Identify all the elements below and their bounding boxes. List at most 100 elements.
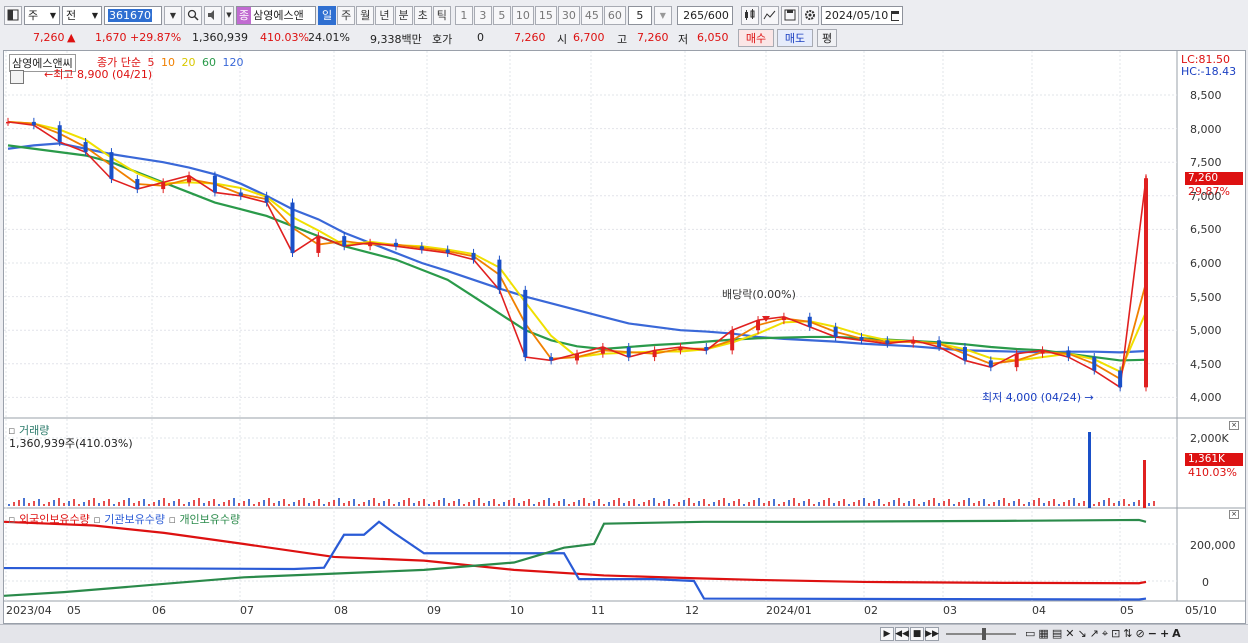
speaker-button[interactable] [204, 5, 222, 25]
period-tab-4[interactable]: 분 [394, 5, 413, 25]
candle-body [212, 175, 217, 193]
fast-forward-icon[interactable]: ▶▶ [925, 627, 939, 641]
volume-bar [238, 503, 240, 506]
volume-bar [578, 500, 580, 506]
date-tick-11: 03 [943, 604, 957, 617]
sell-button[interactable]: 매도 [777, 29, 813, 47]
interval-tab-2[interactable]: 5 [492, 5, 511, 25]
interval-tab-1[interactable]: 3 [473, 5, 492, 25]
interval-tab-5[interactable]: 30 [557, 5, 580, 25]
interval-tab-3[interactable]: 10 [511, 5, 534, 25]
candle-body [807, 316, 812, 327]
save-button[interactable] [780, 5, 799, 25]
candle-body [833, 326, 838, 337]
volume-bar [813, 504, 815, 506]
period-tab-0[interactable]: 일 [318, 5, 337, 25]
candle-type-button[interactable] [740, 5, 759, 25]
volume-bar [723, 498, 725, 506]
minus-icon[interactable]: − [1148, 627, 1157, 641]
bottom-scrollbar[interactable]: ▶ ◀◀ ■ ▶▶ ▭ ▦ ▤ ✕ ↘ ↗ ⌖ ⊡ ⇅ ⊘ − + A [0, 624, 1248, 643]
layout-icon[interactable]: ▦ [1038, 627, 1048, 641]
font-size-icon[interactable]: A [1172, 627, 1181, 641]
period-tab-2[interactable]: 월 [356, 5, 375, 25]
sort-icon[interactable]: ⇅ [1123, 627, 1132, 641]
close-icon[interactable]: × [1229, 421, 1239, 430]
volume-bar [968, 498, 970, 506]
calendar-icon [891, 10, 899, 21]
candle-body [83, 142, 88, 153]
date-input[interactable]: 2024/05/10 [820, 5, 903, 25]
volume-bar [133, 503, 135, 506]
buy-button[interactable]: 매수 [738, 29, 774, 47]
count-input[interactable]: 265/600 [676, 5, 733, 25]
speaker-dropdown[interactable]: ▼ [224, 5, 234, 25]
volume-bar [138, 501, 140, 506]
date-tick-8: 12 [685, 604, 699, 617]
volume-bar [208, 501, 210, 506]
interval-tab-7[interactable]: 60 [603, 5, 626, 25]
interval-tab-0[interactable]: 1 [454, 5, 473, 25]
scroll-right-icon[interactable]: ▶ [880, 627, 894, 641]
chart-settings-button[interactable] [760, 5, 779, 25]
volume-bar [808, 499, 810, 506]
zoom-slider-handle[interactable] [982, 628, 986, 640]
stop-icon[interactable]: ■ [910, 627, 924, 641]
volume-bar [638, 504, 640, 506]
volume-bar [1033, 500, 1035, 506]
high-label: 고 [617, 33, 628, 46]
code-dropdown-button[interactable]: ▼ [164, 5, 182, 25]
volume-summary: 1,360,939주(410.03%) [9, 437, 133, 450]
gear-icon [804, 10, 815, 20]
candle-body [859, 336, 864, 341]
minimize-icon[interactable]: ▭ [1025, 627, 1035, 641]
low-value: 6,050 [697, 31, 729, 44]
ma20-line [7, 120, 1147, 373]
crosshair-icon[interactable]: ✕ [1065, 627, 1074, 641]
volume-bar [623, 503, 625, 506]
chevron-down-icon: ▼ [91, 10, 98, 20]
eval-button[interactable]: 평 [817, 29, 837, 47]
trend-icon[interactable]: ↗ [1090, 627, 1099, 641]
market-select[interactable]: 주 ▼ [24, 5, 60, 25]
period-tab-5[interactable]: 초 [413, 5, 432, 25]
volume-bar [1048, 501, 1050, 506]
volume-bar [218, 504, 220, 506]
plus-icon[interactable]: + [1160, 627, 1169, 641]
calculator-icon[interactable] [10, 70, 24, 84]
zoom-slider[interactable] [946, 633, 1016, 635]
price-tick-7: 5,000 [1190, 324, 1222, 338]
volume-bar [753, 500, 755, 506]
interval-tab-4[interactable]: 15 [534, 5, 557, 25]
volume-bar [1153, 501, 1155, 506]
price-tick-8: 4,500 [1190, 357, 1222, 371]
close-icon[interactable]: × [1229, 510, 1239, 519]
stock-name-field[interactable]: 종 삼영에스앤 [236, 5, 316, 25]
rewind-icon[interactable]: ◀◀ [895, 627, 909, 641]
volume-bar [448, 503, 450, 506]
volume-bar [478, 498, 480, 506]
volume-bar [83, 502, 85, 506]
interval-input[interactable]: 5 [627, 5, 652, 25]
zoom-icon[interactable]: ↘ [1077, 627, 1086, 641]
volume-bar [993, 502, 995, 506]
volume-bar [1083, 501, 1085, 506]
period-tab-3[interactable]: 년 [375, 5, 394, 25]
measure-icon[interactable]: ⌖ [1102, 627, 1108, 641]
pin-icon[interactable]: ⊘ [1136, 627, 1145, 641]
period-tab-1[interactable]: 주 [337, 5, 356, 25]
interval-dropdown[interactable]: ▼ [653, 5, 672, 25]
window-icon[interactable] [4, 5, 22, 25]
stock-code-input[interactable]: 361670 [104, 5, 162, 25]
type-select[interactable]: 전 ▼ [62, 5, 102, 25]
search-button[interactable] [184, 5, 202, 25]
split-icon[interactable]: ▤ [1052, 627, 1062, 641]
candle-body [445, 249, 450, 253]
volume-bar [418, 501, 420, 506]
interval-tab-6[interactable]: 45 [580, 5, 603, 25]
volume-bar [1078, 503, 1080, 506]
magnet-icon[interactable]: ⊡ [1111, 627, 1120, 641]
settings-button[interactable] [800, 5, 819, 25]
chart-canvas[interactable] [4, 51, 1245, 623]
period-tab-6[interactable]: 틱 [432, 5, 451, 25]
chart-area[interactable]: 삼영에스앤씨 종가 단순 5 10 20 60 120 ←최고 8,900 (0… [3, 50, 1246, 624]
